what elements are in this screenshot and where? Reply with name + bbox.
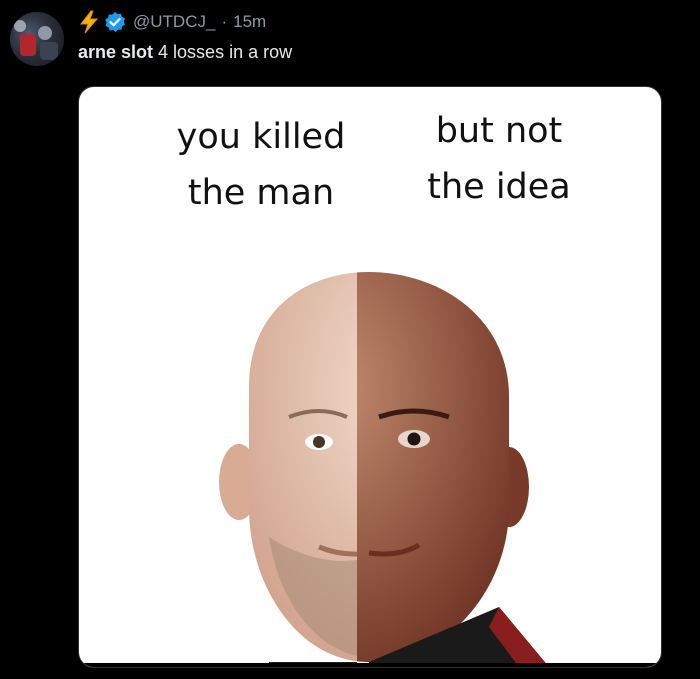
lightning-bolt-icon <box>78 10 100 34</box>
meme-caption-left-line2: the man <box>187 173 335 213</box>
timestamp[interactable]: 15m <box>233 12 266 32</box>
tweet[interactable]: @UTDCJ_ · 15m arne slot 4 losses in a ro… <box>0 0 700 679</box>
separator-dot: · <box>221 12 228 31</box>
meme-caption-right-line1: but not <box>435 111 563 151</box>
meme-caption-right: but not the idea <box>381 103 617 215</box>
tweet-text: arne slot 4 losses in a row <box>78 42 292 63</box>
avatar[interactable] <box>10 12 64 66</box>
tweet-header: @UTDCJ_ · 15m <box>78 10 266 34</box>
user-handle[interactable]: @UTDCJ_ <box>133 12 215 32</box>
meme-caption-left: you killed the man <box>131 109 391 221</box>
meme-caption-left-line1: you killed <box>176 117 346 157</box>
tweet-text-bold: arne slot <box>78 42 154 62</box>
image-bottom-edge <box>79 663 661 667</box>
meme-caption-right-line2: the idea <box>427 167 571 207</box>
verified-badge-icon[interactable] <box>104 11 126 33</box>
tweet-text-rest: 4 losses in a row <box>153 42 293 62</box>
tweet-image[interactable]: you killed the man but not the idea <box>78 86 662 668</box>
